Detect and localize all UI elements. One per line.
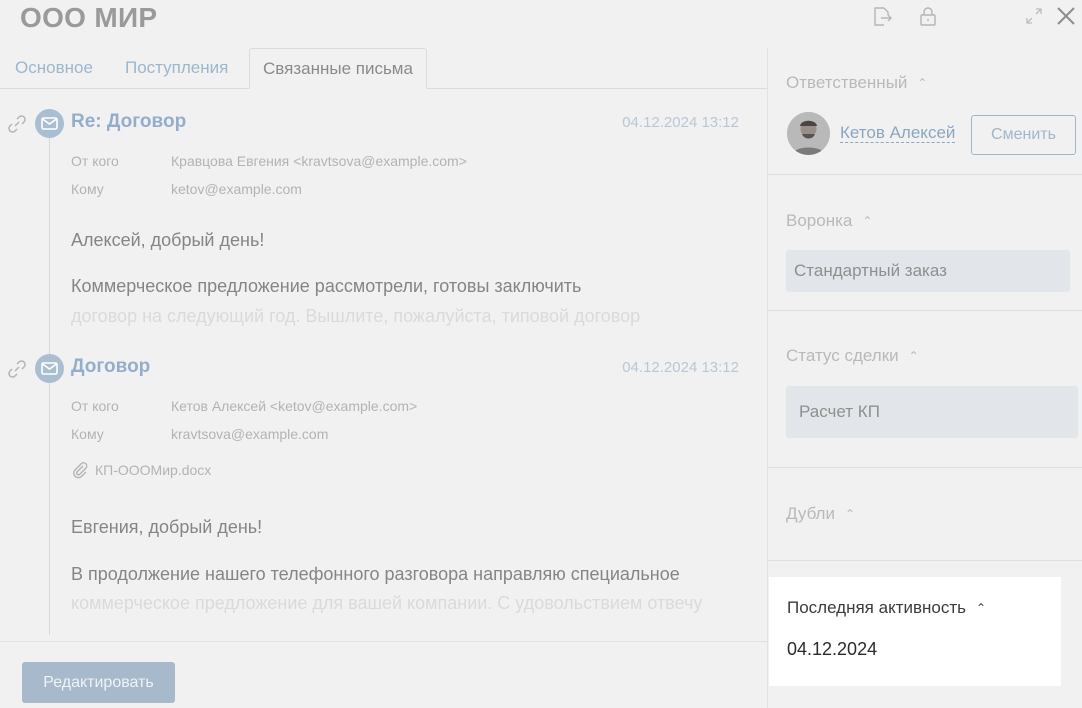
page-title: ООО МИР <box>20 2 158 33</box>
section-title: Ответственный <box>786 73 908 92</box>
paperclip-icon <box>73 462 88 479</box>
email-subject[interactable]: Re: Договор <box>71 111 186 133</box>
status-field[interactable]: Расчет КП <box>786 386 1078 438</box>
export-icon[interactable] <box>870 4 894 28</box>
last-activity-section: Последняя активность ⌃ 04.12.2024 <box>769 577 1061 686</box>
to-label: Кому <box>71 426 104 442</box>
email-greeting: Алексей, добрый день! <box>71 230 265 250</box>
funnel-header[interactable]: Воронка ⌃ <box>786 211 872 231</box>
duplicates-section: Дубли ⌃ <box>768 468 1082 561</box>
responsible-header[interactable]: Ответственный ⌃ <box>786 73 927 93</box>
mail-icon <box>35 354 64 383</box>
last-activity-date: 04.12.2024 <box>787 639 878 659</box>
email-body-faded: коммерческое предложение для вашей компа… <box>71 593 703 613</box>
avatar <box>787 112 830 155</box>
to-label: Кому <box>71 181 104 197</box>
email-thread: Re: Договор 04.12.2024 13:12 От кого Кра… <box>0 90 767 640</box>
email-body-line: В продолжение нашего телефонного разгово… <box>71 564 680 584</box>
from-value: Кравцова Евгения <kravtsova@example.com> <box>171 153 467 169</box>
tab-bar: Основное Поступления Связанные письма <box>0 48 767 89</box>
email-header[interactable]: Re: Договор 04.12.2024 13:12 <box>0 108 767 138</box>
section-title: Статус сделки <box>786 346 899 365</box>
caret-up-icon[interactable]: ⌃ <box>917 76 927 90</box>
funnel-field[interactable]: Стандартный заказ <box>786 250 1070 292</box>
email-header[interactable]: Договор 04.12.2024 13:12 <box>0 353 767 383</box>
responsible-section: Ответственный ⌃ Кетов Алексей Сменить <box>768 48 1082 175</box>
to-value: ketov@example.com <box>171 181 302 197</box>
from-value: Кетов Алексей <ketov@example.com> <box>171 398 418 414</box>
section-title: Дубли <box>786 504 835 523</box>
to-value: kravtsova@example.com <box>171 426 329 442</box>
duplicates-header[interactable]: Дубли ⌃ <box>786 504 855 524</box>
caret-up-icon[interactable]: ⌃ <box>862 214 872 228</box>
edit-button[interactable]: Редактировать <box>22 662 175 703</box>
close-icon[interactable] <box>1054 4 1078 28</box>
caret-up-icon[interactable]: ⌃ <box>909 349 919 363</box>
mail-icon <box>35 109 64 138</box>
owner-name[interactable]: Кетов Алексей <box>840 123 956 143</box>
email-date: 04.12.2024 13:12 <box>622 359 739 376</box>
change-owner-button[interactable]: Сменить <box>971 115 1076 155</box>
footer: Редактировать <box>0 641 767 708</box>
tab-related-letters[interactable]: Связанные письма <box>249 48 427 89</box>
last-activity-header[interactable]: Последняя активность ⌃ <box>787 598 986 618</box>
status-section: Статус сделки ⌃ Расчет КП <box>768 311 1082 468</box>
section-title: Воронка <box>786 211 853 230</box>
attachment-name[interactable]: КП-ОООМир.docx <box>95 462 211 478</box>
email-body-faded: договор на следующий год. Вышлите, пожал… <box>71 306 641 326</box>
funnel-section: Воронка ⌃ Стандартный заказ <box>768 175 1082 311</box>
header: ООО МИР <box>0 0 1082 40</box>
status-header[interactable]: Статус сделки ⌃ <box>786 346 919 366</box>
caret-up-icon[interactable]: ⌃ <box>845 507 855 521</box>
email-body-line: Коммерческое предложение рассмотрели, го… <box>71 276 582 296</box>
from-label: От кого <box>71 398 119 414</box>
from-label: От кого <box>71 153 119 169</box>
tab-main[interactable]: Основное <box>15 48 93 89</box>
section-title: Последняя активность <box>787 598 966 617</box>
link-icon[interactable] <box>6 358 28 380</box>
link-icon[interactable] <box>6 113 28 135</box>
email-date: 04.12.2024 13:12 <box>622 114 739 131</box>
email-greeting: Евгения, добрый день! <box>71 517 263 537</box>
sidebar: Ответственный ⌃ Кетов Алексей Сменить Во… <box>767 48 1082 708</box>
lock-icon[interactable] <box>916 4 940 28</box>
thread-line <box>49 135 50 635</box>
tab-payments[interactable]: Поступления <box>125 48 228 89</box>
attachment[interactable]: КП-ОООМир.docx <box>71 461 211 479</box>
caret-up-icon[interactable]: ⌃ <box>976 601 986 615</box>
email-subject[interactable]: Договор <box>71 356 150 378</box>
expand-icon[interactable] <box>1022 4 1046 28</box>
